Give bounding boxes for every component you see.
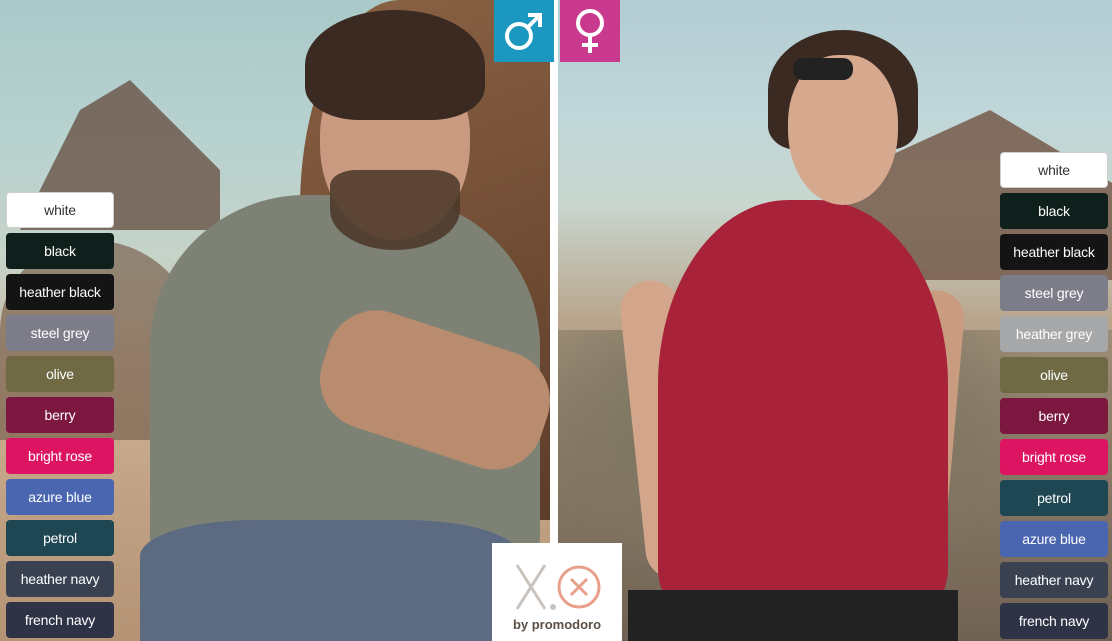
women-swatch-white[interactable]: white — [1000, 152, 1108, 188]
women-swatch-olive[interactable]: olive — [1000, 357, 1108, 393]
women-swatch-black[interactable]: black — [1000, 193, 1108, 229]
men-swatch-azure-blue[interactable]: azure blue — [6, 479, 114, 515]
logo-mark — [509, 559, 605, 615]
male-symbol-icon — [505, 13, 542, 50]
women-swatch-petrol[interactable]: petrol — [1000, 480, 1108, 516]
men-swatch-berry[interactable]: berry — [6, 397, 114, 433]
logo-tagline: by promodoro — [512, 616, 602, 632]
women-vneck-tshirt — [658, 200, 948, 610]
men-swatch-heather-navy[interactable]: heather navy — [6, 561, 114, 597]
men-swatch-petrol[interactable]: petrol — [6, 520, 114, 556]
men-color-swatches: white black heather black steel grey oli… — [6, 192, 114, 638]
women-swatch-french-navy[interactable]: french navy — [1000, 603, 1108, 639]
x-logo-icon — [515, 563, 601, 610]
men-beard — [330, 170, 460, 250]
women-swatch-azure-blue[interactable]: azure blue — [1000, 521, 1108, 557]
women-toggle-button[interactable] — [560, 0, 620, 62]
women-swatch-heather-black[interactable]: heather black — [1000, 234, 1108, 270]
men-hair — [305, 10, 485, 120]
women-color-swatches: white black heather black steel grey hea… — [1000, 152, 1108, 639]
women-swatch-heather-navy[interactable]: heather navy — [1000, 562, 1108, 598]
women-swatch-berry[interactable]: berry — [1000, 398, 1108, 434]
men-swatch-bright-rose[interactable]: bright rose — [6, 438, 114, 474]
men-swatch-olive[interactable]: olive — [6, 356, 114, 392]
men-toggle-button[interactable] — [494, 0, 554, 62]
men-swatch-white[interactable]: white — [6, 192, 114, 228]
brand-logo: by promodoro — [492, 543, 622, 641]
men-swatch-french-navy[interactable]: french navy — [6, 602, 114, 638]
women-pants — [628, 590, 958, 641]
sunglasses — [793, 58, 853, 80]
men-swatch-heather-black[interactable]: heather black — [6, 274, 114, 310]
men-swatch-black[interactable]: black — [6, 233, 114, 269]
female-symbol-icon — [576, 9, 604, 53]
women-swatch-bright-rose[interactable]: bright rose — [1000, 439, 1108, 475]
product-color-picker: white black heather black steel grey oli… — [0, 0, 1112, 641]
women-swatch-heather-grey[interactable]: heather grey — [1000, 316, 1108, 352]
men-swatch-steel-grey[interactable]: steel grey — [6, 315, 114, 351]
men-jeans — [140, 520, 520, 641]
women-swatch-steel-grey[interactable]: steel grey — [1000, 275, 1108, 311]
